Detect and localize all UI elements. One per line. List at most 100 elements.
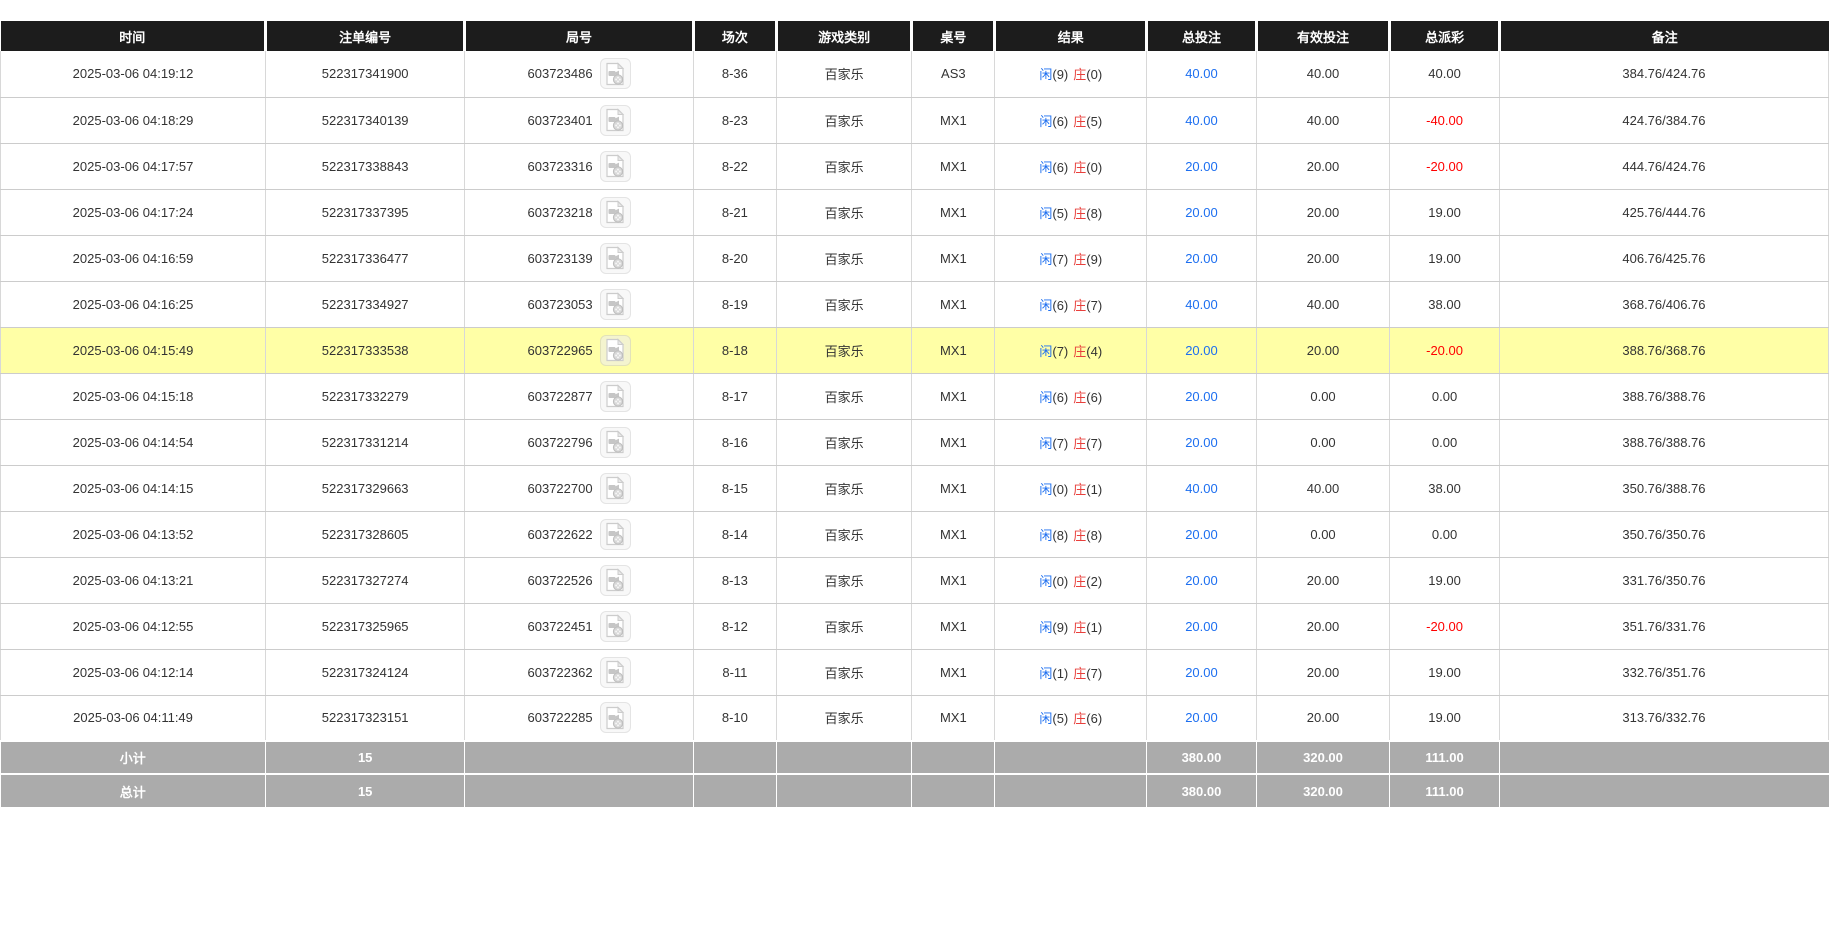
video-replay-button[interactable] bbox=[600, 243, 631, 274]
cell-round-id: 603722877 bbox=[465, 373, 694, 419]
cell-total-bet: 20.00 bbox=[1147, 649, 1257, 695]
table-row[interactable]: 2025-03-06 04:13:52 522317328605 6037226… bbox=[1, 511, 1829, 557]
round-id-text: 603723486 bbox=[528, 66, 593, 81]
video-replay-button[interactable] bbox=[600, 427, 631, 458]
video-replay-button[interactable] bbox=[600, 473, 631, 504]
cell-valid-bet: 40.00 bbox=[1256, 51, 1389, 97]
cell-time: 2025-03-06 04:12:55 bbox=[1, 603, 266, 649]
cell-remark: 425.76/444.76 bbox=[1499, 189, 1828, 235]
video-replay-button[interactable] bbox=[600, 611, 631, 642]
video-replay-icon bbox=[604, 522, 626, 546]
cell-time: 2025-03-06 04:14:54 bbox=[1, 419, 266, 465]
player-result-label: 闲 bbox=[1039, 114, 1052, 129]
table-row[interactable]: 2025-03-06 04:19:12 522317341900 6037234… bbox=[1, 51, 1829, 97]
cell-round-id: 603722796 bbox=[465, 419, 694, 465]
cell-table-no: MX1 bbox=[912, 465, 995, 511]
cell-total-bet: 20.00 bbox=[1147, 603, 1257, 649]
player-result-score: (0) bbox=[1052, 574, 1068, 589]
cell-bet-id: 522317334927 bbox=[266, 281, 465, 327]
cell-valid-bet: 40.00 bbox=[1256, 281, 1389, 327]
player-result-score: (5) bbox=[1052, 711, 1068, 726]
cell-total-bet: 40.00 bbox=[1147, 281, 1257, 327]
video-replay-icon bbox=[604, 108, 626, 132]
cell-total-bet: 40.00 bbox=[1147, 465, 1257, 511]
table-row[interactable]: 2025-03-06 04:17:57 522317338843 6037233… bbox=[1, 143, 1829, 189]
table-row[interactable]: 2025-03-06 04:16:59 522317336477 6037231… bbox=[1, 235, 1829, 281]
video-replay-button[interactable] bbox=[600, 197, 631, 228]
video-replay-button[interactable] bbox=[600, 702, 631, 733]
summary-empty-cell bbox=[465, 774, 694, 807]
round-id-text: 603723401 bbox=[528, 113, 593, 128]
video-replay-button[interactable] bbox=[600, 381, 631, 412]
table-row[interactable]: 2025-03-06 04:18:29 522317340139 6037234… bbox=[1, 97, 1829, 143]
cell-remark: 444.76/424.76 bbox=[1499, 143, 1828, 189]
cell-game-type: 百家乐 bbox=[776, 695, 911, 741]
column-header-time: 时间 bbox=[1, 21, 266, 51]
cell-bet-id: 522317336477 bbox=[266, 235, 465, 281]
summary-empty-cell bbox=[995, 774, 1147, 807]
cell-time: 2025-03-06 04:15:18 bbox=[1, 373, 266, 419]
video-replay-icon bbox=[604, 200, 626, 224]
player-result-label: 闲 bbox=[1039, 528, 1052, 543]
cell-table-no: MX1 bbox=[912, 695, 995, 741]
round-id-text: 603722526 bbox=[528, 573, 593, 588]
summary-count: 15 bbox=[266, 774, 465, 807]
video-replay-button[interactable] bbox=[600, 565, 631, 596]
banker-result-label: 庄 bbox=[1073, 574, 1086, 589]
table-row[interactable]: 2025-03-06 04:17:24 522317337395 6037232… bbox=[1, 189, 1829, 235]
cell-result: 闲(6)庄(5) bbox=[995, 97, 1147, 143]
video-replay-button[interactable] bbox=[600, 657, 631, 688]
video-replay-icon bbox=[604, 430, 626, 454]
table-row[interactable]: 2025-03-06 04:12:55 522317325965 6037224… bbox=[1, 603, 1829, 649]
table-row[interactable]: 2025-03-06 04:12:14 522317324124 6037223… bbox=[1, 649, 1829, 695]
table-row[interactable]: 2025-03-06 04:14:54 522317331214 6037227… bbox=[1, 419, 1829, 465]
video-replay-button[interactable] bbox=[600, 151, 631, 182]
cell-round-id: 603723139 bbox=[465, 235, 694, 281]
table-row[interactable]: 2025-03-06 04:15:49 522317333538 6037229… bbox=[1, 327, 1829, 373]
video-replay-icon bbox=[604, 62, 626, 86]
player-result-label: 闲 bbox=[1039, 574, 1052, 589]
cell-session: 8-21 bbox=[693, 189, 776, 235]
cell-remark: 351.76/331.76 bbox=[1499, 603, 1828, 649]
summary-empty-cell bbox=[693, 774, 776, 807]
cell-time: 2025-03-06 04:17:24 bbox=[1, 189, 266, 235]
column-header-session: 场次 bbox=[693, 21, 776, 51]
summary-label: 小计 bbox=[1, 741, 266, 774]
cell-game-type: 百家乐 bbox=[776, 235, 911, 281]
player-result-label: 闲 bbox=[1039, 298, 1052, 313]
video-replay-button[interactable] bbox=[600, 105, 631, 136]
video-replay-button[interactable] bbox=[600, 519, 631, 550]
round-id-text: 603722622 bbox=[528, 527, 593, 542]
player-result-score: (5) bbox=[1052, 206, 1068, 221]
video-replay-button[interactable] bbox=[600, 289, 631, 320]
cell-total-payout: 0.00 bbox=[1390, 511, 1500, 557]
round-id-text: 603723053 bbox=[528, 297, 593, 312]
cell-remark: 350.76/350.76 bbox=[1499, 511, 1828, 557]
table-row[interactable]: 2025-03-06 04:14:15 522317329663 6037227… bbox=[1, 465, 1829, 511]
cell-total-payout: 40.00 bbox=[1390, 51, 1500, 97]
cell-remark: 388.76/368.76 bbox=[1499, 327, 1828, 373]
cell-table-no: MX1 bbox=[912, 281, 995, 327]
banker-result-label: 庄 bbox=[1073, 528, 1086, 543]
round-id-text: 603722285 bbox=[528, 710, 593, 725]
cell-table-no: MX1 bbox=[912, 557, 995, 603]
cell-result: 闲(6)庄(7) bbox=[995, 281, 1147, 327]
video-replay-button[interactable] bbox=[600, 58, 631, 89]
cell-time: 2025-03-06 04:16:25 bbox=[1, 281, 266, 327]
video-replay-button[interactable] bbox=[600, 335, 631, 366]
cell-bet-id: 522317338843 bbox=[266, 143, 465, 189]
cell-session: 8-20 bbox=[693, 235, 776, 281]
table-row[interactable]: 2025-03-06 04:11:49 522317323151 6037222… bbox=[1, 695, 1829, 741]
cell-session: 8-13 bbox=[693, 557, 776, 603]
table-row[interactable]: 2025-03-06 04:15:18 522317332279 6037228… bbox=[1, 373, 1829, 419]
column-header-round-id: 局号 bbox=[465, 21, 694, 51]
cell-valid-bet: 40.00 bbox=[1256, 97, 1389, 143]
cell-result: 闲(9)庄(1) bbox=[995, 603, 1147, 649]
table-row[interactable]: 2025-03-06 04:16:25 522317334927 6037230… bbox=[1, 281, 1829, 327]
banker-result-label: 庄 bbox=[1073, 67, 1086, 82]
table-row[interactable]: 2025-03-06 04:13:21 522317327274 6037225… bbox=[1, 557, 1829, 603]
cell-total-bet: 20.00 bbox=[1147, 695, 1257, 741]
cell-time: 2025-03-06 04:19:12 bbox=[1, 51, 266, 97]
cell-total-payout: 38.00 bbox=[1390, 281, 1500, 327]
cell-round-id: 603722285 bbox=[465, 695, 694, 741]
